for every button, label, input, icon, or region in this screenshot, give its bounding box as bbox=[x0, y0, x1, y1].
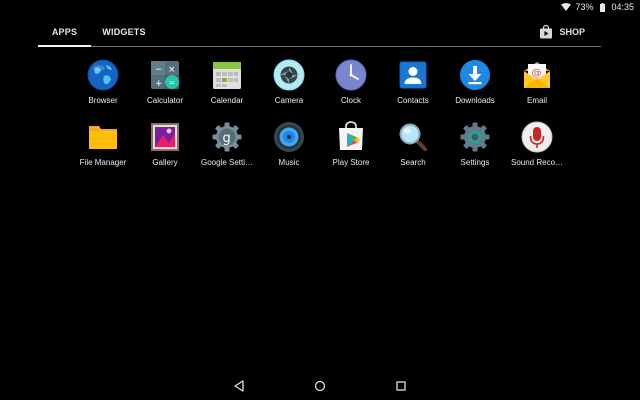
shop-button[interactable]: SHOP bbox=[539, 18, 585, 45]
app-play-store[interactable]: Play Store bbox=[320, 118, 382, 180]
tab-widgets[interactable]: WIDGETS bbox=[99, 18, 149, 45]
back-icon bbox=[233, 379, 245, 397]
battery-icon bbox=[600, 2, 606, 12]
app-label: Downloads bbox=[455, 96, 495, 105]
shopping-bag-icon bbox=[539, 24, 553, 39]
app-sound-recorder[interactable]: Sound Reco… bbox=[506, 118, 568, 180]
app-camera[interactable]: Camera bbox=[258, 56, 320, 118]
shop-label: SHOP bbox=[559, 26, 585, 37]
tab-apps[interactable]: APPS bbox=[38, 18, 91, 45]
app-clock[interactable]: Clock bbox=[320, 56, 382, 118]
app-label: Contacts bbox=[397, 96, 429, 105]
app-label: File Manager bbox=[79, 158, 127, 167]
settings-icon bbox=[458, 120, 492, 154]
recents-button[interactable] bbox=[391, 378, 411, 398]
app-google-settings[interactable]: g Google Setti… bbox=[196, 118, 258, 180]
app-label: Email bbox=[526, 96, 547, 105]
browser-icon bbox=[86, 58, 120, 92]
svg-text:=: = bbox=[169, 78, 176, 87]
search-icon bbox=[396, 120, 430, 154]
navigation-bar bbox=[0, 374, 640, 400]
app-label: Clock bbox=[340, 96, 361, 105]
tab-bar: APPS WIDGETS SHOP bbox=[38, 18, 601, 47]
app-grid: Browser − × + = Calculator Calendar Came… bbox=[72, 56, 568, 180]
recents-icon bbox=[395, 379, 407, 397]
music-icon bbox=[272, 120, 306, 154]
play-store-icon bbox=[334, 120, 368, 154]
contacts-icon bbox=[396, 58, 430, 92]
app-label: Camera bbox=[274, 96, 304, 105]
app-label: Settings bbox=[460, 158, 490, 167]
app-search[interactable]: Search bbox=[382, 118, 444, 180]
svg-text:×: × bbox=[168, 65, 176, 75]
gallery-icon bbox=[148, 120, 182, 154]
home-icon bbox=[314, 379, 326, 397]
app-label: Google Setti… bbox=[200, 158, 254, 167]
svg-text:g: g bbox=[223, 131, 231, 146]
app-music[interactable]: Music bbox=[258, 118, 320, 180]
svg-text:+: + bbox=[155, 79, 163, 89]
app-label: Browser bbox=[88, 96, 118, 105]
app-calendar[interactable]: Calendar bbox=[196, 56, 258, 118]
wifi-icon bbox=[561, 3, 572, 11]
app-downloads[interactable]: Downloads bbox=[444, 56, 506, 118]
calendar-icon bbox=[210, 58, 244, 92]
app-label: Search bbox=[400, 158, 426, 167]
app-label: Gallery bbox=[152, 158, 178, 167]
home-button[interactable] bbox=[310, 378, 330, 398]
status-clock: 04:35 bbox=[611, 2, 634, 12]
calculator-icon: − × + = bbox=[148, 58, 182, 92]
app-file-manager[interactable]: File Manager bbox=[72, 118, 134, 180]
svg-text:−: − bbox=[155, 65, 163, 75]
app-email[interactable]: @ Email bbox=[506, 56, 568, 118]
battery-percent: 73% bbox=[575, 2, 594, 12]
back-button[interactable] bbox=[229, 378, 249, 398]
clock-icon bbox=[334, 58, 368, 92]
status-bar: 73% 04:35 bbox=[0, 0, 640, 14]
app-gallery[interactable]: Gallery bbox=[134, 118, 196, 180]
app-settings[interactable]: Settings bbox=[444, 118, 506, 180]
sound-recorder-icon bbox=[520, 120, 554, 154]
tab-indicator bbox=[38, 45, 91, 47]
file-manager-icon bbox=[86, 120, 120, 154]
downloads-icon bbox=[458, 58, 492, 92]
email-icon: @ bbox=[520, 58, 554, 92]
google-settings-icon: g bbox=[210, 120, 244, 154]
app-label: Music bbox=[278, 158, 300, 167]
camera-icon bbox=[272, 58, 306, 92]
app-label: Calculator bbox=[146, 96, 183, 105]
app-label: Play Store bbox=[332, 158, 370, 167]
app-browser[interactable]: Browser bbox=[72, 56, 134, 118]
app-label: Sound Reco… bbox=[510, 158, 564, 167]
app-label: Calendar bbox=[210, 96, 244, 105]
app-contacts[interactable]: Contacts bbox=[382, 56, 444, 118]
app-calculator[interactable]: − × + = Calculator bbox=[134, 56, 196, 118]
